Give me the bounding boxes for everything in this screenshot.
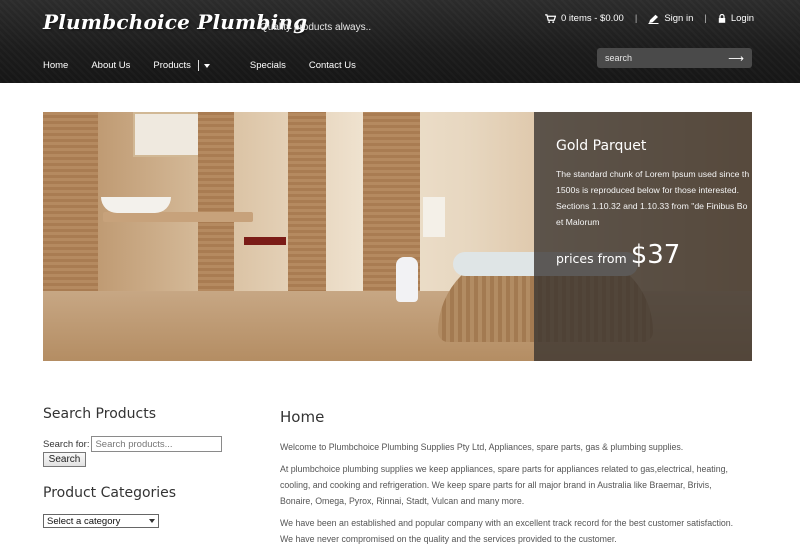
- hero-text-line: Sections 1.10.32 and 1.10.33 from "de Fi…: [556, 201, 748, 211]
- pen-icon: [648, 14, 659, 24]
- tagline: Quality products always..: [260, 22, 372, 33]
- search-button[interactable]: Search: [43, 452, 86, 467]
- signin-label: Sign in: [664, 13, 694, 24]
- caret-down-icon[interactable]: [203, 63, 210, 68]
- hero-image: [101, 197, 171, 213]
- product-search-input[interactable]: [91, 436, 223, 452]
- divider: |: [704, 13, 707, 24]
- category-select-value: Select a category: [47, 515, 121, 527]
- nav-contact-us[interactable]: Contact Us: [309, 60, 356, 71]
- account-links: 0 items - $0.00 | Sign in | Login: [545, 13, 754, 24]
- hero-image: [244, 237, 286, 245]
- login-label: Login: [730, 13, 755, 24]
- product-categories-heading: Product Categories: [43, 485, 177, 501]
- nav-products-label: Products: [153, 60, 191, 71]
- login-link[interactable]: Login: [718, 13, 754, 24]
- hero-image: [198, 112, 234, 292]
- page-title: Home: [280, 408, 325, 426]
- nav-specials[interactable]: Specials: [250, 60, 286, 71]
- signin-link[interactable]: Sign in: [648, 13, 693, 24]
- nav-about-us[interactable]: About Us: [91, 60, 130, 71]
- divider: [197, 60, 199, 71]
- site-search-input[interactable]: search ⟶: [597, 48, 752, 68]
- hero-banner: Gold Parquet The standard chunk of Lorem…: [43, 112, 752, 361]
- hero-image: [423, 197, 445, 237]
- paragraph-line: We have been an established and popular …: [280, 518, 734, 528]
- hero-title: Gold Parquet: [556, 138, 647, 154]
- nav-home[interactable]: Home: [43, 60, 68, 71]
- hero-price: prices from $37: [556, 240, 752, 270]
- company-paragraph: We have been an established and popular …: [280, 515, 760, 547]
- cart-summary: 0 items - $0.00: [561, 13, 624, 24]
- paragraph-line: Bonaire, Omega, Pyrox, Rinnai, Stadt, Vu…: [280, 496, 525, 506]
- paragraph-line: At plumbchoice plumbing supplies we keep…: [280, 464, 728, 474]
- chevron-down-icon: [149, 519, 155, 523]
- hero-image: [288, 112, 326, 302]
- category-select[interactable]: Select a category: [43, 514, 159, 528]
- price-value: $37: [630, 240, 681, 270]
- intro-paragraph: Welcome to Plumbchoice Plumbing Supplies…: [280, 442, 684, 452]
- hero-image: [133, 112, 203, 157]
- price-label: prices from: [556, 251, 627, 266]
- cart-icon: [545, 14, 556, 23]
- appliances-paragraph: At plumbchoice plumbing supplies we keep…: [280, 461, 760, 509]
- site-header: Plumbchoice Plumbing Quality products al…: [0, 0, 800, 83]
- hero-text-line: The standard chunk of Lorem Ipsum used s…: [556, 169, 750, 179]
- hero-text-line: 1500s is reproduced below for those inte…: [556, 185, 740, 195]
- hero-image: [396, 257, 418, 302]
- paragraph-line: cooling, and cooking and refrigeration. …: [280, 480, 712, 490]
- hero-caption: Gold Parquet The standard chunk of Lorem…: [534, 112, 752, 361]
- site-search-placeholder: search: [605, 53, 633, 63]
- nav-products[interactable]: Products: [153, 60, 210, 71]
- lock-icon: [718, 14, 726, 23]
- hero-text-line: et Malorum: [556, 217, 600, 227]
- product-search-form: Search for:: [43, 436, 223, 452]
- hero-image: [103, 212, 253, 222]
- arrow-right-icon[interactable]: ⟶: [728, 53, 744, 64]
- divider: |: [634, 13, 638, 24]
- paragraph-line: We have never compromised on the quality…: [280, 534, 617, 544]
- main-nav: Home About Us Products Specials Contact …: [43, 60, 356, 71]
- search-products-heading: Search Products: [43, 406, 156, 422]
- cart-link[interactable]: 0 items - $0.00: [545, 13, 624, 24]
- search-for-label: Search for:: [43, 438, 90, 450]
